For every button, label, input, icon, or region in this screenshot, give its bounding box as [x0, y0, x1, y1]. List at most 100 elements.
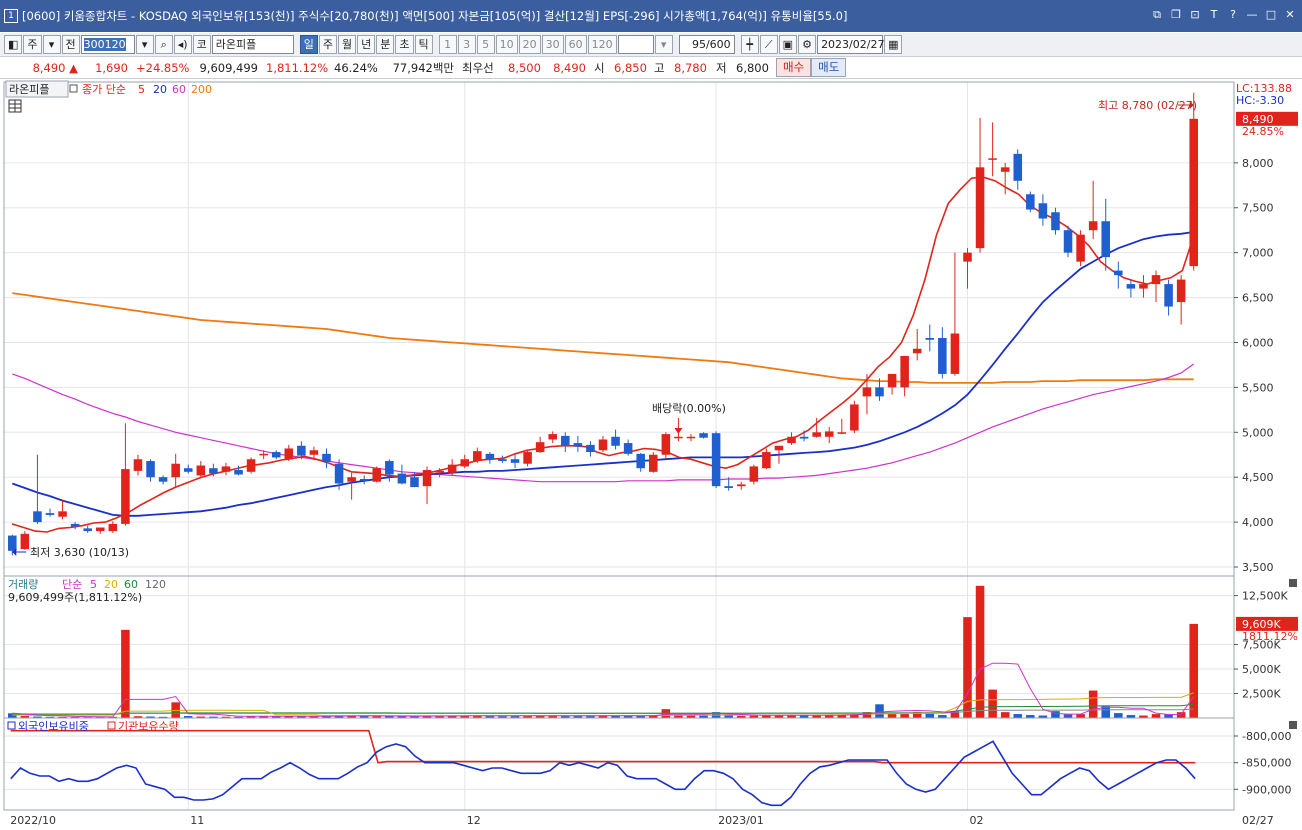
interval-60[interactable]: 60	[564, 35, 587, 54]
period-dropdown-arrow-icon[interactable]: ▾	[42, 35, 61, 54]
timeframe-month[interactable]: 월	[338, 35, 357, 54]
candle-body[interactable]	[850, 404, 859, 431]
candle-body[interactable]	[158, 477, 168, 482]
candle-body[interactable]	[1164, 284, 1173, 307]
period-dropdown[interactable]: 주	[23, 35, 42, 54]
interval-10[interactable]: 10	[495, 35, 518, 54]
interval-30[interactable]: 30	[541, 35, 564, 54]
interval-120[interactable]: 120	[587, 35, 617, 54]
candle-body[interactable]	[33, 511, 42, 523]
volume-bar[interactable]	[900, 714, 909, 718]
volume-bar[interactable]	[1063, 714, 1073, 718]
candle-body[interactable]	[711, 433, 721, 487]
save-icon[interactable]: ▣	[778, 35, 798, 54]
chart-settings-icon[interactable]: ◧	[4, 35, 23, 54]
candle-body[interactable]	[787, 436, 796, 444]
candle-body[interactable]	[422, 470, 432, 487]
candle-body[interactable]	[1088, 221, 1098, 231]
candle-body[interactable]	[649, 454, 658, 472]
date-input[interactable]: 2023/02/27	[817, 35, 884, 54]
candle-body[interactable]	[837, 432, 847, 434]
candle-body[interactable]	[83, 528, 92, 532]
candle-body[interactable]	[95, 527, 105, 532]
volume-bar[interactable]	[1164, 714, 1173, 718]
candle-body[interactable]	[774, 445, 784, 451]
candle-body[interactable]	[586, 444, 595, 453]
close-icon[interactable]: ✕	[1284, 8, 1296, 22]
candle-body[interactable]	[799, 436, 809, 439]
candle-body[interactable]	[183, 468, 193, 472]
candle-body[interactable]	[397, 473, 407, 484]
volume-bar[interactable]	[875, 704, 884, 718]
volume-bar[interactable]	[1088, 690, 1098, 718]
calendar-icon[interactable]: ▦	[884, 35, 903, 54]
interval-3[interactable]: 3	[457, 35, 476, 54]
candle-body[interactable]	[45, 513, 55, 515]
timeframe-year[interactable]: 년	[357, 35, 376, 54]
candle-body[interactable]	[498, 459, 507, 462]
candle-body[interactable]	[271, 452, 281, 458]
search-icon[interactable]: ⌕	[154, 35, 173, 54]
volume-bar[interactable]	[1000, 712, 1010, 718]
candle-body[interactable]	[20, 533, 30, 550]
volume-bar[interactable]	[1114, 713, 1123, 718]
volume-bar[interactable]	[121, 629, 130, 718]
candle-body[interactable]	[573, 443, 583, 447]
candle-body[interactable]	[1013, 153, 1023, 181]
candle-body[interactable]	[736, 484, 746, 487]
candle-body[interactable]	[925, 337, 935, 340]
candle-body[interactable]	[1026, 194, 1035, 210]
volume-bar[interactable]	[925, 713, 935, 718]
volume-bar[interactable]	[975, 585, 985, 718]
candle-body[interactable]	[661, 434, 671, 455]
candle-body[interactable]	[1176, 279, 1186, 303]
candle-body[interactable]	[1051, 212, 1060, 231]
candle-body[interactable]	[1189, 118, 1198, 267]
candle-body[interactable]	[309, 450, 319, 455]
custom-interval-input[interactable]	[617, 35, 654, 54]
candle-body[interactable]	[812, 432, 821, 437]
candle-body[interactable]	[686, 436, 696, 439]
candle-body[interactable]	[334, 463, 344, 484]
candle-body[interactable]	[674, 436, 683, 439]
font-icon[interactable]: T	[1208, 8, 1220, 22]
candle-body[interactable]	[146, 461, 155, 478]
sound-icon[interactable]: ◂)	[173, 35, 192, 54]
candle-body[interactable]	[938, 337, 947, 374]
prev-button[interactable]: 전	[61, 35, 80, 54]
candle-body[interactable]	[724, 486, 733, 488]
candle-body[interactable]	[209, 468, 218, 474]
timeframe-minute[interactable]: 분	[376, 35, 395, 54]
interval-20[interactable]: 20	[518, 35, 541, 54]
candle-body[interactable]	[875, 387, 884, 397]
candle-body[interactable]	[887, 373, 897, 388]
gear-icon[interactable]: ⚙	[798, 35, 817, 54]
lock-icon[interactable]: ⊡	[1189, 8, 1201, 22]
candle-body[interactable]	[1076, 234, 1085, 262]
minimize-icon[interactable]: —	[1246, 8, 1258, 22]
candle-body[interactable]	[435, 470, 444, 473]
custom-interval-dropdown-icon[interactable]: ▾	[654, 35, 673, 54]
candle-body[interactable]	[548, 434, 557, 440]
stock-code-input[interactable]: 300120	[80, 35, 135, 54]
restore-small-icon[interactable]: ❐	[1170, 8, 1182, 22]
count-input[interactable]: 95/600	[678, 35, 735, 54]
candle-body[interactable]	[121, 469, 130, 524]
candle-body[interactable]	[1101, 221, 1111, 258]
candle-body[interactable]	[234, 470, 243, 475]
volume-bar[interactable]	[1013, 714, 1023, 718]
candle-body[interactable]	[1151, 275, 1161, 285]
candle-body[interactable]	[900, 355, 909, 388]
candle-body[interactable]	[912, 348, 922, 354]
candle-body[interactable]	[611, 436, 620, 446]
stock-name-field[interactable]: 라온피플	[211, 35, 294, 54]
legend-checkbox[interactable]	[69, 84, 78, 93]
candle-body[interactable]	[221, 466, 231, 472]
candle-body[interactable]	[171, 463, 180, 478]
candle-body[interactable]	[623, 443, 633, 454]
timeframe-week[interactable]: 주	[318, 35, 338, 54]
interval-1[interactable]: 1	[438, 35, 457, 54]
candle-body[interactable]	[196, 465, 206, 476]
volume-panel-collapse-icon[interactable]	[1289, 579, 1297, 587]
candle-body[interactable]	[108, 523, 118, 532]
